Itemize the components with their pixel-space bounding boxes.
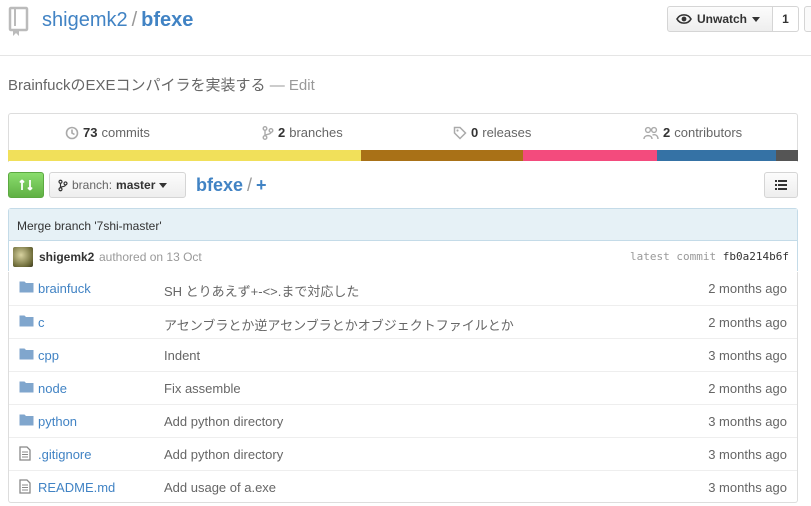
branch-select[interactable]: branch: master bbox=[49, 172, 186, 198]
branch-icon bbox=[58, 179, 68, 192]
latest-commit: Merge branch '7shi-master' shigemk2 auth… bbox=[8, 208, 798, 271]
commit-authored-date: authored on 13 Oct bbox=[99, 250, 202, 264]
chevron-down-icon bbox=[159, 182, 168, 188]
folder-icon bbox=[19, 314, 34, 327]
releases-stat[interactable]: 0 releases bbox=[453, 114, 531, 151]
commits-stat[interactable]: 73 commits bbox=[65, 114, 150, 151]
unwatch-button[interactable]: Unwatch bbox=[667, 6, 773, 32]
description-edit-separator: — bbox=[269, 77, 285, 94]
file-age: 3 months ago bbox=[708, 414, 787, 429]
list-view-button[interactable] bbox=[764, 172, 798, 198]
commit-meta: shigemk2 authored on 13 Oct latest commi… bbox=[9, 242, 797, 271]
file-icon bbox=[19, 479, 31, 494]
repo-title: shigemk2/bfexe bbox=[42, 7, 193, 33]
contributors-stat[interactable]: 2 contributors bbox=[643, 114, 742, 151]
breadcrumb-root-link[interactable]: bfexe bbox=[196, 175, 243, 195]
language-segment[interactable] bbox=[361, 150, 523, 161]
description-text: BrainfuckのEXEコンパイラを実装する bbox=[8, 77, 266, 94]
file-icon bbox=[19, 446, 31, 461]
file-name-link[interactable]: README.md bbox=[38, 480, 115, 495]
contributors-count: 2 bbox=[663, 125, 671, 140]
add-file-button[interactable]: + bbox=[256, 175, 267, 195]
file-commit-message[interactable]: Indent bbox=[164, 348, 200, 363]
star-button[interactable] bbox=[804, 6, 811, 32]
unwatch-label: Unwatch bbox=[697, 12, 748, 26]
repo-header: shigemk2/bfexe Unwatch 1 bbox=[0, 0, 811, 56]
repo-title-separator: / bbox=[131, 9, 138, 31]
releases-count: 0 bbox=[471, 125, 479, 140]
folder-icon bbox=[19, 413, 34, 426]
file-name-link[interactable]: c bbox=[38, 315, 45, 330]
folder-icon bbox=[19, 347, 34, 360]
edit-description-link[interactable]: Edit bbox=[289, 77, 315, 94]
latest-commit-label: latest commit bbox=[630, 250, 717, 263]
tag-icon bbox=[453, 126, 467, 140]
file-commit-message[interactable]: Add python directory bbox=[164, 447, 283, 462]
watchers-count[interactable]: 1 bbox=[773, 6, 799, 32]
file-age: 3 months ago bbox=[708, 348, 787, 363]
watch-group: Unwatch 1 bbox=[667, 6, 799, 32]
people-icon bbox=[643, 126, 659, 140]
contributors-label: contributors bbox=[674, 125, 743, 140]
repo-icon bbox=[8, 6, 30, 36]
breadcrumb-separator: / bbox=[247, 175, 253, 195]
compare-button[interactable] bbox=[8, 172, 44, 198]
branches-count: 2 bbox=[278, 125, 286, 140]
compare-icon bbox=[18, 178, 34, 192]
table-row: cpp Indent 3 months ago bbox=[9, 338, 797, 371]
file-name-link[interactable]: brainfuck bbox=[38, 281, 91, 296]
chevron-down-icon bbox=[752, 16, 761, 22]
repo-description: BrainfuckのEXEコンパイラを実装する — Edit bbox=[8, 76, 315, 96]
table-row: python Add python directory 3 months ago bbox=[9, 404, 797, 437]
commit-sha-link[interactable]: fb0a214b6f bbox=[723, 250, 789, 263]
file-name-link[interactable]: cpp bbox=[38, 348, 59, 363]
file-name-link[interactable]: python bbox=[38, 414, 77, 429]
releases-label: releases bbox=[482, 125, 532, 140]
language-segment[interactable] bbox=[523, 150, 657, 161]
branch-icon bbox=[262, 125, 274, 140]
file-list: brainfuck SH とりあえず+-<>.まで対応した 2 months a… bbox=[8, 272, 798, 503]
branch-label: branch: bbox=[72, 178, 113, 192]
avatar[interactable] bbox=[13, 247, 33, 267]
folder-icon bbox=[19, 380, 34, 393]
branches-label: branches bbox=[289, 125, 343, 140]
breadcrumb: bfexe / + bbox=[196, 173, 267, 197]
eye-icon bbox=[676, 13, 692, 25]
branches-stat[interactable]: 2 branches bbox=[262, 114, 343, 151]
file-age: 2 months ago bbox=[708, 281, 787, 296]
file-name-link[interactable]: node bbox=[38, 381, 67, 396]
file-commit-message[interactable]: SH とりあえず+-<>.まで対応した bbox=[164, 281, 359, 300]
table-row: .gitignore Add python directory 3 months… bbox=[9, 437, 797, 470]
table-row: c アセンブラとか逆アセンブラとかオブジェクトファイルとか 2 months a… bbox=[9, 305, 797, 338]
file-name-link[interactable]: .gitignore bbox=[38, 447, 91, 462]
history-icon bbox=[65, 126, 79, 140]
list-icon bbox=[775, 180, 787, 190]
file-commit-message[interactable]: Add usage of a.exe bbox=[164, 480, 276, 495]
file-age: 3 months ago bbox=[708, 480, 787, 495]
language-segment[interactable] bbox=[8, 150, 361, 161]
table-row: brainfuck SH とりあえず+-<>.まで対応した 2 months a… bbox=[9, 272, 797, 305]
commit-message[interactable]: Merge branch '7shi-master' bbox=[9, 209, 797, 241]
folder-icon bbox=[19, 280, 34, 293]
language-segment[interactable] bbox=[776, 150, 798, 161]
file-age: 2 months ago bbox=[708, 315, 787, 330]
file-age: 3 months ago bbox=[708, 447, 787, 462]
commit-author-link[interactable]: shigemk2 bbox=[39, 250, 94, 264]
file-commit-message[interactable]: アセンブラとか逆アセンブラとかオブジェクトファイルとか bbox=[164, 315, 514, 334]
commits-count: 73 bbox=[83, 125, 98, 140]
table-row: node Fix assemble 2 months ago bbox=[9, 371, 797, 404]
language-bar[interactable] bbox=[8, 150, 798, 161]
branch-value: master bbox=[116, 178, 156, 192]
repo-owner-link[interactable]: shigemk2 bbox=[42, 9, 128, 31]
repo-name-link[interactable]: bfexe bbox=[141, 9, 193, 31]
file-age: 2 months ago bbox=[708, 381, 787, 396]
file-commit-message[interactable]: Fix assemble bbox=[164, 381, 241, 396]
latest-commit-info: latest commit fb0a214b6f bbox=[630, 250, 789, 263]
file-commit-message[interactable]: Add python directory bbox=[164, 414, 283, 429]
commits-label: commits bbox=[101, 125, 150, 140]
table-row: README.md Add usage of a.exe 3 months ag… bbox=[9, 470, 797, 503]
language-segment[interactable] bbox=[657, 150, 776, 161]
